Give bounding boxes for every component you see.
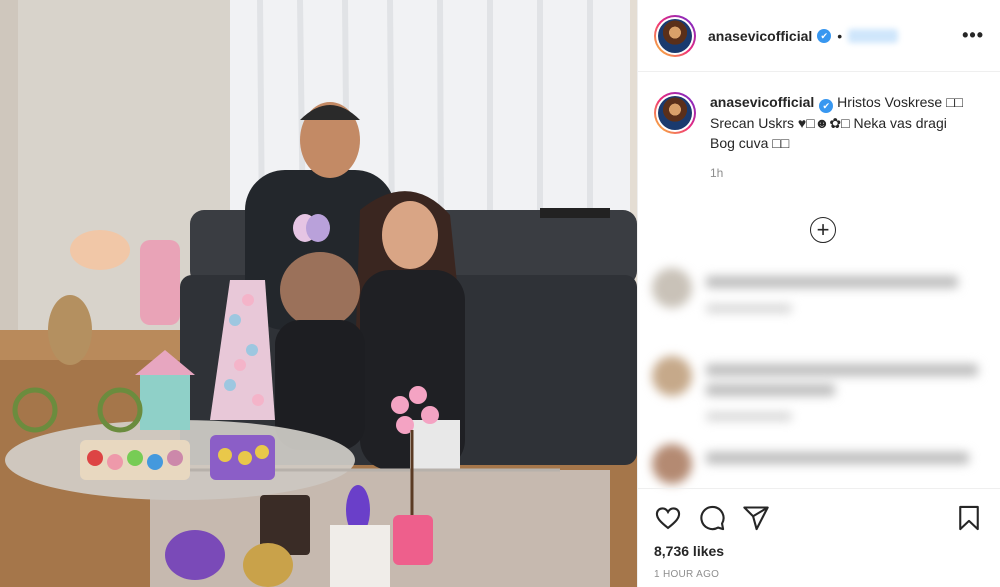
post-caption: anasevicofficial ✔ Hristos Voskrese □□ Sr… [638,72,1000,183]
comment-avatar[interactable] [652,268,692,308]
list-item [652,356,992,444]
plus-circle-icon[interactable]: + [810,217,836,243]
caption-avatar[interactable] [654,92,696,134]
comment-icon[interactable] [698,504,726,532]
post-photo[interactable] [0,0,637,587]
caption-username[interactable]: anasevicofficial [710,94,814,110]
caption-timestamp[interactable]: 1h [710,163,970,183]
post-header: anasevicofficial ✔ • ••• [638,0,1000,72]
author-username[interactable]: anasevicofficial [708,28,812,44]
heart-icon[interactable] [654,504,682,532]
post-side-panel: anasevicofficial ✔ • ••• anasevicofficia… [637,0,1000,587]
post-photo-image [0,0,637,587]
more-options-icon[interactable]: ••• [962,25,984,46]
follow-button[interactable] [848,28,899,43]
list-item [652,268,992,356]
post-timestamp[interactable]: 1 HOUR AGO [654,569,983,580]
author-avatar[interactable] [654,14,696,57]
comment-avatar[interactable] [652,444,692,484]
comment-avatar[interactable] [652,356,692,396]
verified-badge-icon: ✔ [817,28,832,43]
post-actions: 8,736 likes 1 HOUR AGO [638,488,1000,587]
separator-dot: • [837,27,843,44]
caption-verified-badge-icon: ✔ [819,99,834,113]
bookmark-icon[interactable] [955,504,983,532]
likes-count[interactable]: 8,736 likes [654,543,983,559]
send-icon[interactable] [742,504,770,532]
